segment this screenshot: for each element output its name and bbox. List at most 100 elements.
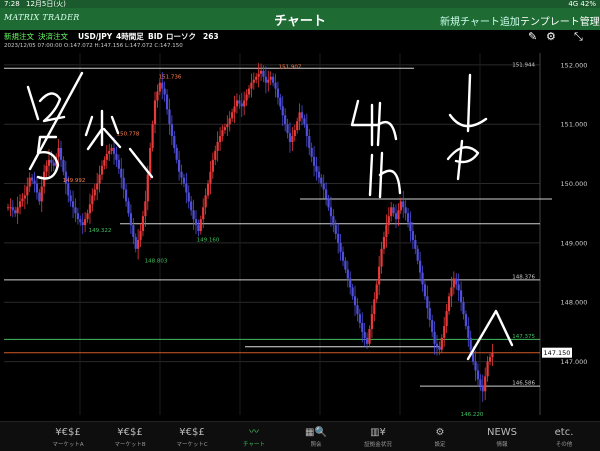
price-annotation: 149.322 xyxy=(89,228,112,234)
candle-body xyxy=(392,207,395,214)
candle-body xyxy=(474,361,477,371)
bottom-tab-bar: ¥€$£ マーケットA ¥€$£ マーケットB ¥€$£ マーケットC 〰チャート ▦🔍 照会 ▥… xyxy=(0,421,600,451)
candle-body xyxy=(305,124,308,137)
candle-body xyxy=(204,195,207,208)
price-annotation: 150.778 xyxy=(117,131,140,137)
price-annotation: 149.992 xyxy=(63,178,86,184)
status-date: 12月5日(火) xyxy=(26,0,66,8)
candle-body xyxy=(276,88,280,98)
candle-body xyxy=(59,147,63,160)
tab-1[interactable]: ¥€$£ マーケットB xyxy=(100,422,160,451)
tab-4[interactable]: ▦🔍 照会 xyxy=(286,422,346,451)
candle-body xyxy=(327,198,330,208)
line-price-label: 146.586 xyxy=(512,381,535,387)
settle-order-button[interactable]: 決済注文 xyxy=(38,30,68,43)
tab-3[interactable]: 〰チャート xyxy=(224,422,284,451)
tab-2[interactable]: ¥€$£ マーケットC xyxy=(162,422,222,451)
candle-body xyxy=(110,147,113,151)
candle-body xyxy=(298,112,301,122)
price-annotation: 151.907 xyxy=(279,64,302,70)
candle-body xyxy=(351,287,354,297)
candle-body xyxy=(365,337,369,344)
tab-label: 照会 xyxy=(310,442,322,448)
y-tick-label: 150.000 xyxy=(561,180,588,188)
candle-body xyxy=(74,207,77,214)
candle-body xyxy=(35,183,39,193)
tab-0[interactable]: ¥€$£ マーケットA xyxy=(38,422,98,451)
tab-7[interactable]: NEWS 情報 xyxy=(472,422,532,451)
currency-icon: ¥€$£ xyxy=(55,427,81,438)
candle-body xyxy=(382,236,386,249)
candle-body xyxy=(105,153,108,160)
candlestick-chart[interactable]: 152.000 151.000 150.000 149.000 148.000 147.0… xyxy=(0,49,600,421)
candle-body xyxy=(45,165,48,172)
tab-6[interactable]: ⚙ 設定 xyxy=(410,422,470,451)
candle-body xyxy=(404,207,407,214)
candle-body xyxy=(476,370,480,380)
new-order-button[interactable]: 新規注文 xyxy=(4,30,34,43)
candle-body xyxy=(452,278,455,288)
candle-body xyxy=(228,118,231,125)
template-manage-button[interactable]: テンプレート管理 xyxy=(520,13,600,28)
current-price-label: 147.150 xyxy=(544,349,571,357)
candle-body xyxy=(146,174,149,202)
tab-8[interactable]: etc. その他 xyxy=(534,422,594,451)
timeframe-select[interactable]: 4時間足 xyxy=(116,30,144,43)
candle-body xyxy=(23,195,26,199)
candle-body xyxy=(180,171,183,178)
chart-icon: 〰 xyxy=(249,427,259,438)
price-side-select[interactable]: BID xyxy=(148,30,163,43)
candle-body xyxy=(459,290,463,303)
candle-body xyxy=(300,112,304,119)
candle-body xyxy=(38,192,41,202)
candle-body xyxy=(31,177,34,181)
candle-body xyxy=(431,320,434,332)
candle-body xyxy=(274,82,277,89)
candle-body xyxy=(481,385,484,392)
bar-count-field[interactable]: 263 xyxy=(203,30,219,43)
candle-body xyxy=(440,337,443,350)
price-annotation: 151.736 xyxy=(159,75,182,81)
candle-body xyxy=(202,207,205,220)
candle-body xyxy=(455,278,458,285)
candle-body xyxy=(264,76,267,83)
candle-body xyxy=(368,328,371,344)
candle-body xyxy=(426,296,429,309)
candle-body xyxy=(421,272,424,285)
chart-area[interactable]: 152.000 151.000 150.000 149.000 148.000 147.0… xyxy=(0,49,600,421)
pencil-icon[interactable]: ✎ xyxy=(528,30,537,43)
candle-body xyxy=(47,159,51,166)
candle-body xyxy=(14,210,17,214)
candle-body xyxy=(163,88,166,95)
candle-body xyxy=(491,352,494,358)
candle-body xyxy=(151,124,154,148)
symbol-select[interactable]: USD/JPY xyxy=(78,30,112,43)
candle-body xyxy=(6,207,10,209)
app-header: MATRIX TRADER チャート 新規チャート追加 テンプレート管理 xyxy=(0,8,600,30)
candle-body xyxy=(199,219,202,232)
candle-body xyxy=(28,177,31,187)
price-annotation: 149.160 xyxy=(197,237,220,243)
candle-body xyxy=(464,314,467,326)
line-price-label: 147.375 xyxy=(512,334,535,340)
tab-5[interactable]: ▥¥ 証拠金状況 xyxy=(348,422,408,451)
candle-body xyxy=(315,165,318,172)
candle-body xyxy=(416,248,419,261)
candle-body xyxy=(380,248,383,267)
candle-body xyxy=(279,97,282,107)
candle-body xyxy=(158,82,161,92)
candle-body xyxy=(370,314,374,329)
add-chart-button[interactable]: 新規チャート追加 xyxy=(440,13,520,28)
expand-icon[interactable]: ⤡ xyxy=(574,30,583,43)
status-time: 7:28 xyxy=(4,0,20,8)
candle-body xyxy=(443,325,446,338)
price-annotation: 146.220 xyxy=(461,412,484,418)
candle-body xyxy=(255,76,258,80)
candle-body xyxy=(399,201,402,211)
gear-icon[interactable]: ⚙ xyxy=(546,30,556,43)
candle-body xyxy=(79,219,82,223)
candle-body xyxy=(447,296,451,312)
candle-body xyxy=(40,186,43,202)
candle-body xyxy=(156,91,159,101)
chart-type-select[interactable]: ローソク xyxy=(166,30,196,43)
